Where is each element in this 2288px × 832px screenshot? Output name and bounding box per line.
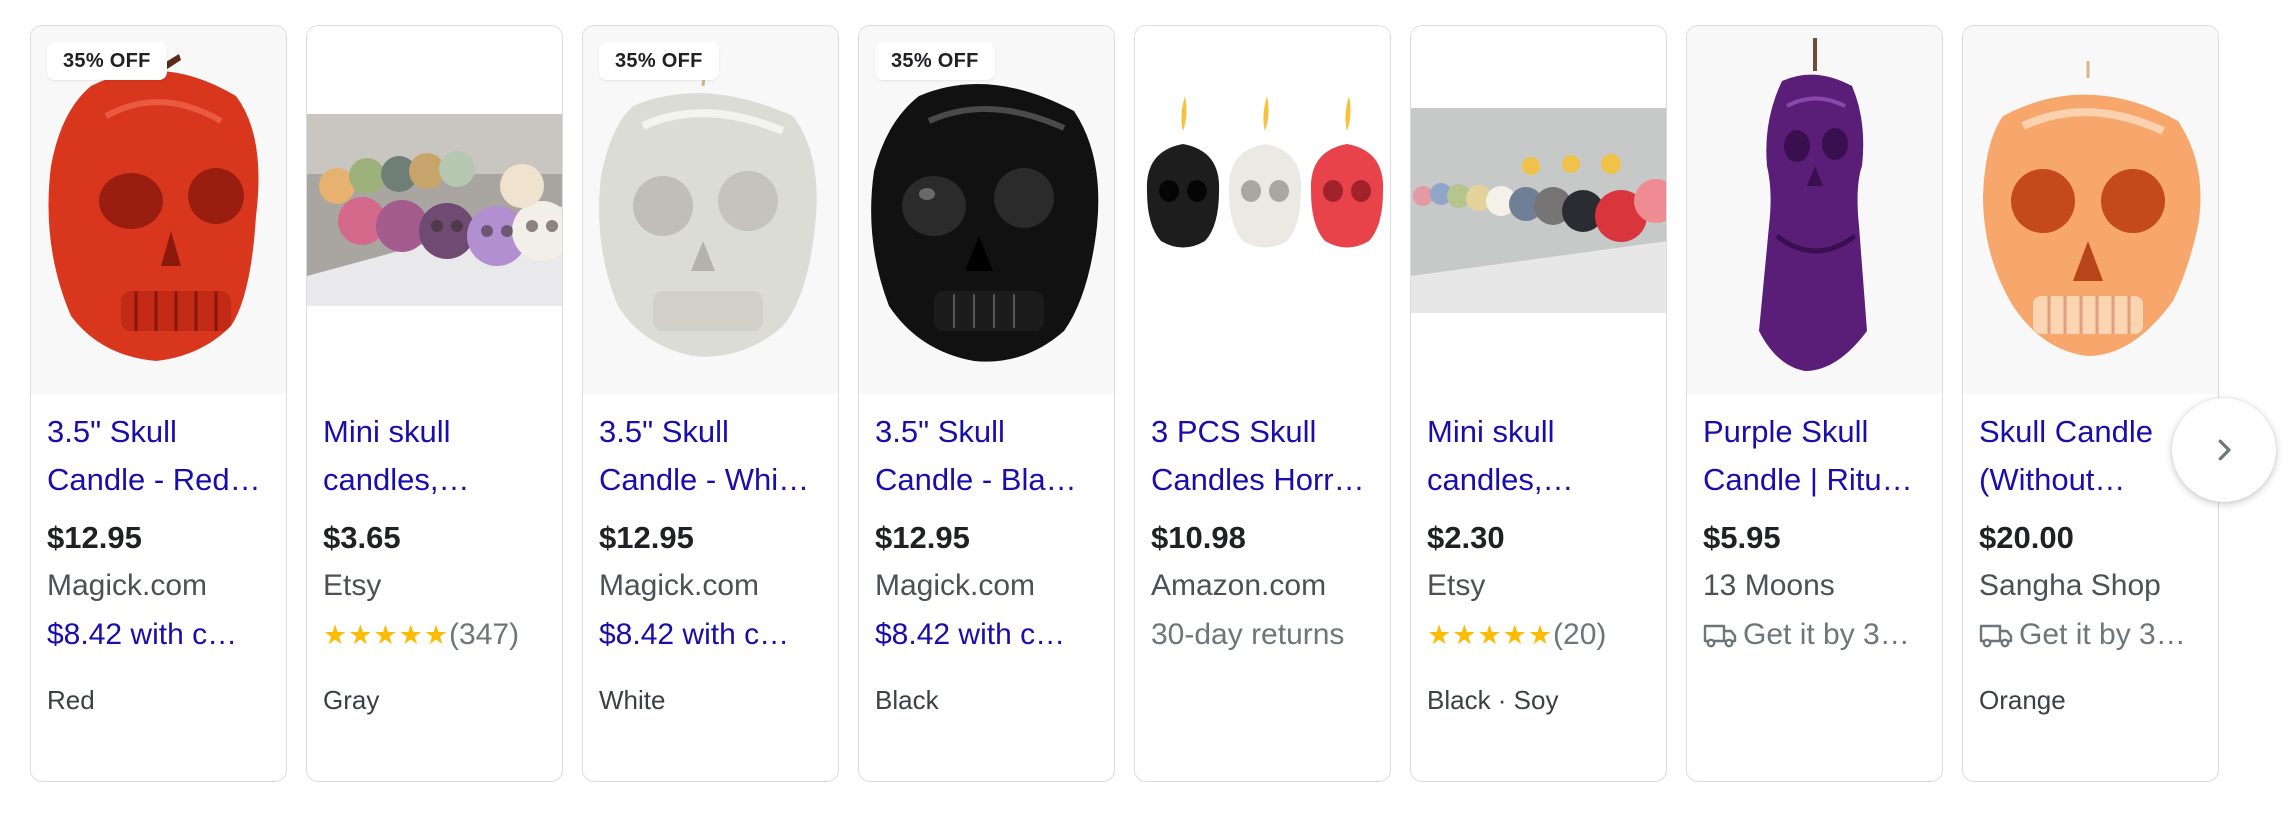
product-card[interactable]: Purple Skull Candle | Ritu… $5.95 13 Moo… [1686,25,1943,782]
product-card[interactable]: Skull Candle (Without… $20.00 Sangha Sho… [1962,25,2219,782]
delivery-date: Get it by 3… [2019,618,2186,651]
product-price: $12.95 [875,520,970,555]
product-image[interactable]: 35% OFF [859,26,1114,394]
rating-stars: ★★★★★ [1427,620,1554,650]
rating-row: ★★★★★(347) [323,611,553,659]
product-price: $20.00 [1979,520,2074,555]
promo-price[interactable]: $8.42 with c… [47,611,277,659]
discount-badge: 35% OFF [47,42,167,80]
product-price: $3.65 [323,520,401,555]
discount-badge: 35% OFF [875,42,995,80]
product-price: $12.95 [599,520,694,555]
product-carousel: 35% OFF 3.5" Skull Candle - Red… $12.95 … [30,25,2230,784]
rating-stars: ★★★★★ [323,620,450,650]
store-name: 13 Moons [1703,569,1835,602]
product-variant: White [599,685,666,715]
review-count[interactable]: (20) [1553,618,1606,651]
product-title[interactable]: 3.5" Skull Candle - Red… [47,408,275,504]
shipping-info: Get it by 3… [1703,611,1933,659]
truck-icon [1703,624,1737,648]
store-name: Amazon.com [1151,569,1327,602]
product-variant: Gray [323,685,380,715]
product-image[interactable] [307,26,562,394]
product-variant: Red [47,685,95,715]
promo-price[interactable]: $8.42 with c… [875,611,1105,659]
product-image[interactable] [1411,26,1666,394]
product-card[interactable]: Mini skull candles,… $3.65 Etsy ★★★★★(34… [306,25,563,782]
rating-row: ★★★★★(20) [1427,611,1657,659]
product-title[interactable]: Mini skull candles,… [323,408,551,504]
product-card[interactable]: 35% OFF 3.5" Skull Candle - Bla… $12.95 … [858,25,1115,782]
product-title[interactable]: 3 PCS Skull Candles Horr… [1151,408,1379,504]
product-variant: Orange [1979,685,2066,715]
review-count[interactable]: (347) [449,618,519,651]
product-image[interactable] [1135,26,1390,394]
product-image[interactable]: 35% OFF [31,26,286,394]
product-image[interactable]: 35% OFF [583,26,838,394]
product-variant: Black [875,685,939,715]
discount-badge: 35% OFF [599,42,719,80]
store-name: Etsy [323,569,382,602]
product-price: $2.30 [1427,520,1505,555]
product-title[interactable]: 3.5" Skull Candle - Whi… [599,408,827,504]
shipping-info: Get it by 3… [1979,611,2209,659]
product-price: $10.98 [1151,520,1246,555]
product-card[interactable]: 35% OFF 3.5" Skull Candle - Red… $12.95 … [30,25,287,782]
chevron-right-icon [2218,439,2231,461]
store-name: Magick.com [47,569,208,602]
product-card[interactable]: 3 PCS Skull Candles Horr… $10.98 Amazon.… [1134,25,1391,782]
product-title[interactable]: Purple Skull Candle | Ritu… [1703,408,1931,504]
store-name: Magick.com [599,569,760,602]
returns-info: 30-day returns [1151,618,1345,651]
product-price: $12.95 [47,520,142,555]
store-name: Etsy [1427,569,1486,602]
product-title[interactable]: 3.5" Skull Candle - Bla… [875,408,1103,504]
truck-icon [1979,624,2013,648]
product-image[interactable] [1963,26,2218,394]
delivery-date: Get it by 3… [1743,618,1910,651]
store-name: Sangha Shop [1979,569,2161,602]
product-card[interactable]: 35% OFF 3.5" Skull Candle - Whi… $12.95 … [582,25,839,782]
carousel-next-button[interactable] [2172,398,2276,502]
promo-price[interactable]: $8.42 with c… [599,611,829,659]
store-name: Magick.com [875,569,1036,602]
product-variant: Black · Soy [1427,685,1559,715]
product-card[interactable]: Mini skull candles,… $2.30 Etsy ★★★★★(20… [1410,25,1667,782]
product-title[interactable]: Mini skull candles,… [1427,408,1655,504]
product-image[interactable] [1687,26,1942,394]
product-price: $5.95 [1703,520,1781,555]
